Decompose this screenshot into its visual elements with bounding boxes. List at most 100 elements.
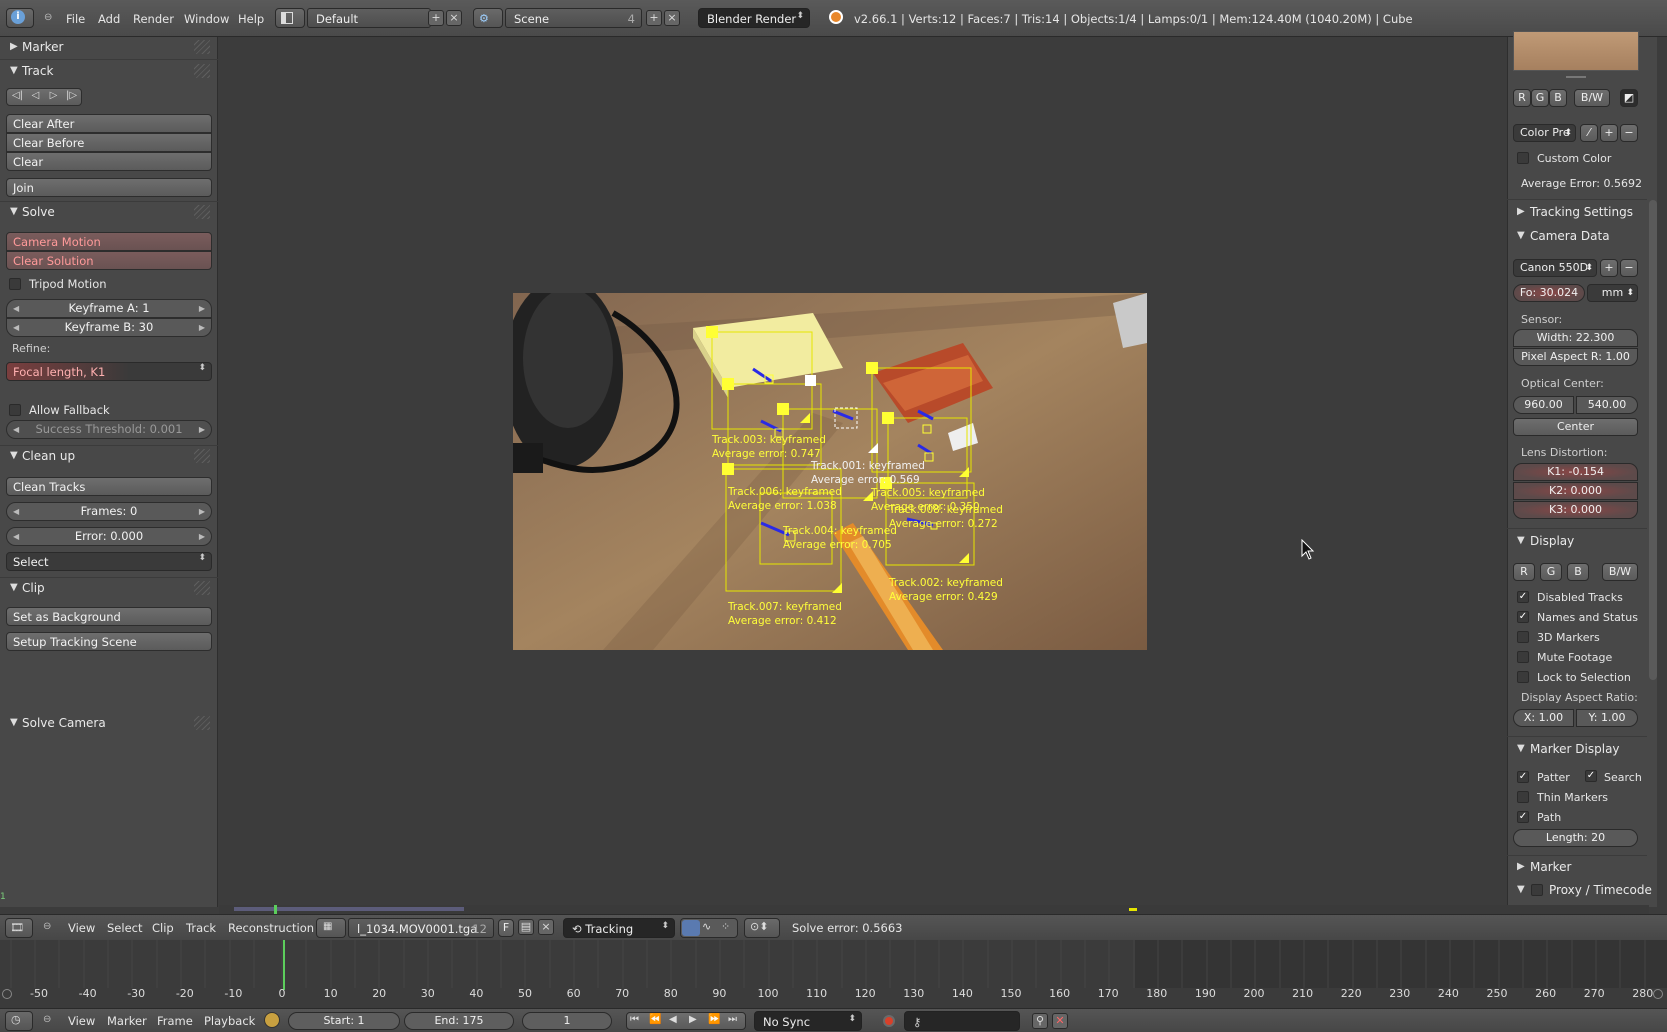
add-camera-preset-icon[interactable]: + — [1600, 259, 1618, 277]
timeline-menu-playback[interactable]: Playback — [204, 1014, 255, 1028]
success-threshold-field[interactable]: ◀ Success Threshold: 0.001 ▶ — [6, 420, 212, 439]
delete-scene-icon[interactable]: × — [664, 10, 680, 26]
keying-set-field[interactable]: ⚷ — [904, 1011, 1020, 1031]
disabled-tracks-checkbox[interactable]: ✓ — [1517, 591, 1529, 603]
lock-selection-checkbox[interactable] — [1517, 671, 1529, 683]
jump-keyframe-forward-icon[interactable]: ⏩ — [708, 1014, 720, 1025]
remove-preset-icon[interactable]: − — [1620, 124, 1638, 142]
error-field[interactable]: ◀ Error: 0.000 ▶ — [6, 527, 212, 546]
menu-window[interactable]: Window — [184, 12, 229, 26]
current-frame-field[interactable]: 1 — [522, 1012, 612, 1030]
delete-keyframe-icon[interactable]: ✕ — [1052, 1013, 1068, 1029]
scene-icon[interactable]: ⚙ — [473, 8, 503, 28]
decrement-arrow-icon[interactable]: ◀ — [13, 421, 19, 438]
jump-end-icon[interactable]: ⏭ — [728, 1014, 737, 1025]
decrement-arrow-icon[interactable]: ◀ — [13, 319, 19, 336]
increment-arrow-icon[interactable]: ▶ — [199, 503, 205, 520]
path-checkbox[interactable]: ✓ — [1517, 811, 1529, 823]
color-preset-select[interactable]: Color Pre ⬍ — [1513, 124, 1576, 142]
increment-arrow-icon[interactable]: ▶ — [199, 421, 205, 438]
clear-after-button[interactable]: Clear After — [6, 114, 212, 133]
timeline-menu-view[interactable]: View — [68, 1014, 95, 1028]
clear-solution-button[interactable]: Clear Solution — [6, 251, 212, 270]
unlink-clip-icon[interactable]: × — [538, 919, 554, 935]
clear-before-button[interactable]: Clear Before — [6, 133, 212, 152]
start-frame-field[interactable]: Start: 1 — [288, 1012, 400, 1030]
clip-view-icon[interactable] — [682, 920, 700, 936]
custom-color-checkbox[interactable] — [1517, 152, 1529, 164]
delete-screen-icon[interactable]: × — [446, 10, 462, 26]
editor-type-clip-icon[interactable]: 🎞 — [5, 918, 33, 938]
jump-keyframe-back-icon[interactable]: ⏪ — [649, 1014, 661, 1025]
add-preset-icon[interactable]: + — [1600, 124, 1618, 142]
play-reverse-icon[interactable]: ◀ — [669, 1014, 677, 1025]
panel-grip-icon[interactable] — [194, 449, 210, 463]
optical-center-x-field[interactable]: 960.00 — [1513, 396, 1574, 414]
focal-unit-select[interactable]: mm ⬍ — [1587, 284, 1638, 302]
resize-handle[interactable] — [1566, 76, 1586, 78]
frames-field[interactable]: ◀ Frames: 0 ▶ — [6, 502, 212, 521]
track-forward-step-icon[interactable]: |▷ — [63, 90, 80, 101]
pattern-checkbox[interactable]: ✓ — [1517, 771, 1529, 783]
channel-r-button[interactable]: R — [1513, 89, 1531, 107]
screen-layout-field[interactable]: Default — [307, 8, 431, 28]
names-status-checkbox[interactable]: ✓ — [1517, 611, 1529, 623]
eyedropper-icon[interactable]: ⁄ — [1580, 124, 1598, 142]
mute-footage-checkbox[interactable] — [1517, 651, 1529, 663]
screen-layout-icon[interactable] — [275, 8, 305, 28]
set-as-background-button[interactable]: Set as Background — [6, 607, 212, 626]
clip-name-field[interactable]: l_1034.MOV0001.tga 12 — [348, 918, 494, 938]
search-checkbox[interactable]: ✓ — [1585, 770, 1597, 782]
clip-menu-view[interactable]: View — [68, 921, 95, 935]
join-button[interactable]: Join — [6, 178, 212, 197]
camera-preset-select[interactable]: Canon 550D ⬍ — [1513, 259, 1597, 277]
clear-button[interactable]: Clear — [6, 152, 212, 171]
optical-center-y-field[interactable]: 540.00 — [1576, 396, 1638, 414]
camera-motion-button[interactable]: Camera Motion — [6, 232, 212, 251]
camera-data-header[interactable]: ▼ Camera Data — [1507, 226, 1647, 248]
increment-arrow-icon[interactable]: ▶ — [199, 528, 205, 545]
collapse-menu-icon[interactable]: ⊖ — [43, 921, 51, 932]
tracking-settings-header[interactable]: ▶ Tracking Settings — [1507, 202, 1647, 224]
increment-arrow-icon[interactable]: ▶ — [199, 300, 205, 317]
pivot-select[interactable]: ⊙⬍ — [744, 918, 780, 938]
display-r-button[interactable]: R — [1513, 563, 1535, 581]
proxy-checkbox[interactable] — [1531, 884, 1543, 896]
menu-file[interactable]: File — [66, 12, 85, 26]
center-button[interactable]: Center — [1513, 418, 1638, 436]
marker-header[interactable]: ▶ Marker — [1507, 857, 1647, 879]
sensor-width-field[interactable]: Width: 22.300 — [1513, 329, 1638, 347]
k2-field[interactable]: K2: 0.000 — [1513, 482, 1638, 500]
scene-field[interactable]: Scene 4 — [505, 8, 642, 28]
panel-cleanup-header[interactable]: ▼ Clean up — [0, 446, 218, 468]
render-engine-select[interactable]: Blender Render ⬍ — [698, 8, 810, 28]
keyframe-b-field[interactable]: ◀ Keyframe B: 30 ▶ — [6, 318, 212, 337]
play-icon[interactable]: ▶ — [689, 1014, 697, 1025]
panel-grip-icon[interactable] — [194, 205, 210, 219]
setup-tracking-scene-button[interactable]: Setup Tracking Scene — [6, 632, 212, 651]
editor-type-timeline-icon[interactable]: ◷ — [5, 1011, 33, 1031]
markers-3d-checkbox[interactable] — [1517, 631, 1529, 643]
increment-arrow-icon[interactable]: ▶ — [199, 319, 205, 336]
fake-user-button[interactable]: F — [498, 919, 514, 937]
panel-solve-header[interactable]: ▼ Solve — [0, 202, 218, 224]
panel-grip-icon[interactable] — [194, 64, 210, 78]
k1-field[interactable]: K1: -0.154 — [1513, 463, 1638, 481]
menu-add[interactable]: Add — [98, 12, 120, 26]
mode-select[interactable]: ⟲ Tracking ⬍ — [563, 918, 675, 938]
clip-menu-clip[interactable]: Clip — [152, 921, 174, 935]
decrement-arrow-icon[interactable]: ◀ — [13, 503, 19, 520]
preview-range-clock-icon[interactable] — [264, 1012, 280, 1028]
timeline-menu-marker[interactable]: Marker — [107, 1014, 147, 1028]
collapse-menu-icon[interactable]: ⊖ — [44, 12, 52, 23]
collapse-menu-icon[interactable]: ⊖ — [43, 1014, 51, 1025]
panel-grip-icon[interactable] — [194, 581, 210, 595]
panel-track-header[interactable]: ▼ Track — [0, 61, 218, 83]
panel-clip-header[interactable]: ▼ Clip — [0, 578, 218, 600]
bw-button[interactable]: B/W — [1574, 89, 1610, 107]
clip-menu-track[interactable]: Track — [186, 921, 216, 935]
menu-render[interactable]: Render — [133, 12, 174, 26]
thin-markers-checkbox[interactable] — [1517, 791, 1529, 803]
clean-tracks-button[interactable]: Clean Tracks — [6, 477, 212, 496]
display-bw-button[interactable]: B/W — [1602, 563, 1638, 581]
